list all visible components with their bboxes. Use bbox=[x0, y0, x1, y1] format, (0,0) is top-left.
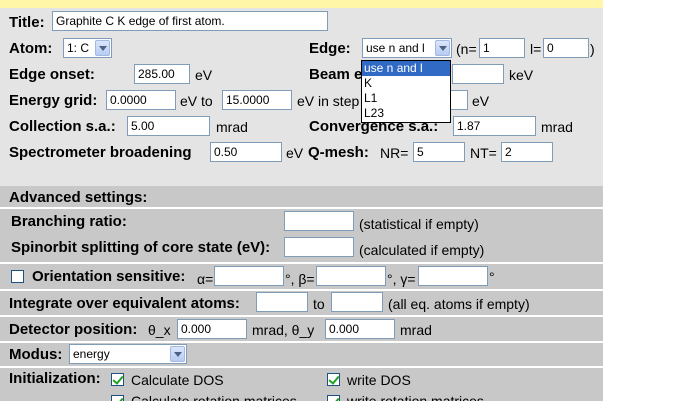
beam-energy-input[interactable] bbox=[452, 64, 504, 84]
write-rotation-checkbox[interactable] bbox=[327, 395, 340, 401]
modus-label: Modus: bbox=[9, 346, 63, 363]
orientation-checkbox[interactable] bbox=[11, 270, 24, 283]
gamma-label: °, γ= bbox=[387, 271, 416, 287]
form-panel: Title: Graphite C K edge of first atom. … bbox=[0, 0, 603, 401]
calc-rotation-checkbox[interactable] bbox=[111, 395, 124, 401]
edge-onset-unit: eV bbox=[195, 67, 213, 83]
l-input[interactable]: 0 bbox=[543, 38, 589, 58]
collection-label: Collection s.a.: bbox=[9, 118, 116, 135]
nr-input[interactable]: 5 bbox=[413, 142, 465, 162]
energy-to-label: eV to bbox=[180, 93, 213, 109]
edge-suffix: ) bbox=[590, 41, 595, 57]
edge-select-value: use n and l bbox=[366, 41, 425, 55]
energy-from-input[interactable]: 0.0000 bbox=[106, 90, 176, 110]
gamma-input[interactable] bbox=[418, 266, 488, 286]
chevron-down-icon[interactable] bbox=[95, 40, 110, 56]
branching-label: Branching ratio: bbox=[11, 213, 127, 230]
advanced-heading: Advanced settings: bbox=[9, 189, 148, 206]
detector-label: Detector position: bbox=[9, 321, 138, 338]
convergence-unit: mrad bbox=[541, 119, 573, 135]
chevron-down-icon[interactable] bbox=[435, 40, 450, 56]
spinorbit-note: (calculated if empty) bbox=[359, 242, 485, 258]
divider bbox=[0, 315, 603, 317]
modus-select[interactable]: energy bbox=[69, 344, 187, 364]
edge-option-l23[interactable]: L23 bbox=[362, 106, 450, 121]
write-dos-checkbox[interactable] bbox=[327, 373, 340, 386]
edge-onset-label: Edge onset: bbox=[9, 66, 95, 83]
alpha-label: α= bbox=[197, 271, 214, 287]
title-input[interactable]: Graphite C K edge of first atom. bbox=[52, 11, 328, 31]
modus-select-value: energy bbox=[73, 347, 110, 361]
edge-onset-input[interactable]: 285.00 bbox=[134, 64, 190, 84]
branching-input[interactable] bbox=[284, 211, 354, 231]
theta-x-label: θ_x bbox=[148, 322, 171, 338]
calc-dos-checkbox[interactable] bbox=[111, 373, 124, 386]
detector-unit: mrad bbox=[400, 322, 432, 338]
collection-unit: mrad bbox=[216, 119, 248, 135]
chevron-down-icon[interactable] bbox=[170, 346, 185, 362]
write-rotation-label: write rotation matrices bbox=[347, 393, 484, 401]
nr-label: NR= bbox=[380, 145, 409, 161]
n-prefix: (n= bbox=[456, 41, 477, 57]
theta-y-label: mrad, θ_y bbox=[252, 322, 315, 338]
theta-y-input[interactable]: 0.000 bbox=[325, 319, 395, 339]
calc-dos-label: Calculate DOS bbox=[131, 372, 224, 388]
beam-energy-label: Beam e bbox=[309, 66, 363, 83]
n-input[interactable]: 1 bbox=[479, 38, 525, 58]
integrate-to-label: to bbox=[313, 296, 325, 312]
beta-input[interactable] bbox=[316, 266, 386, 286]
spectrometer-unit: eV bbox=[286, 145, 304, 161]
edge-option-use-n-l[interactable]: use n and l bbox=[362, 61, 450, 76]
divider bbox=[0, 341, 603, 343]
divider bbox=[0, 207, 603, 209]
spinorbit-input[interactable] bbox=[284, 237, 354, 257]
nt-label: NT= bbox=[470, 145, 497, 161]
energy-step-unit: eV bbox=[472, 93, 490, 109]
edge-select[interactable]: use n and l bbox=[362, 38, 452, 58]
edge-option-l1[interactable]: L1 bbox=[362, 91, 450, 106]
integrate-label: Integrate over equivalent atoms: bbox=[9, 295, 240, 312]
divider bbox=[0, 262, 603, 264]
beta-label: °, β= bbox=[285, 271, 315, 287]
atom-select[interactable]: 1: C bbox=[63, 38, 112, 58]
atom-select-value: 1: C bbox=[67, 41, 90, 55]
nt-input[interactable]: 2 bbox=[501, 142, 553, 162]
gamma-degree: ° bbox=[489, 269, 495, 285]
atom-label: Atom: bbox=[9, 40, 53, 57]
theta-x-input[interactable]: 0.000 bbox=[177, 319, 247, 339]
l-prefix: l= bbox=[530, 41, 542, 57]
collection-input[interactable]: 5.00 bbox=[127, 116, 210, 136]
calc-rotation-label: Calculate rotation matrices bbox=[131, 393, 297, 401]
branching-note: (statistical if empty) bbox=[359, 216, 479, 232]
divider bbox=[0, 366, 603, 368]
edge-option-k[interactable]: K bbox=[362, 76, 450, 91]
divider bbox=[0, 289, 603, 291]
convergence-input[interactable]: 1.87 bbox=[453, 116, 536, 136]
energy-step-label: eV in step bbox=[297, 93, 360, 109]
integrate-to-input[interactable] bbox=[331, 292, 383, 312]
edge-dropdown-list: use n and l K L1 L23 bbox=[361, 60, 451, 123]
edge-label: Edge: bbox=[309, 40, 351, 57]
alpha-input[interactable] bbox=[214, 266, 284, 286]
beam-energy-unit: keV bbox=[509, 67, 534, 83]
initialization-label: Initialization: bbox=[9, 370, 101, 387]
title-label: Title: bbox=[9, 14, 45, 31]
integrate-from-input[interactable] bbox=[256, 292, 308, 312]
top-accent-bar bbox=[0, 0, 603, 8]
write-dos-label: write DOS bbox=[347, 372, 411, 388]
energy-to-input[interactable]: 15.0000 bbox=[222, 90, 292, 110]
spinorbit-label: Spinorbit splitting of core state (eV): bbox=[11, 239, 271, 256]
qmesh-label: Q-mesh: bbox=[308, 144, 369, 161]
spectrometer-input[interactable]: 0.50 bbox=[210, 142, 282, 162]
spectrometer-label: Spectrometer broadening bbox=[9, 144, 192, 161]
energy-grid-label: Energy grid: bbox=[9, 92, 98, 109]
integrate-note: (all eq. atoms if empty) bbox=[388, 296, 530, 312]
orientation-label: Orientation sensitive: bbox=[32, 268, 186, 285]
